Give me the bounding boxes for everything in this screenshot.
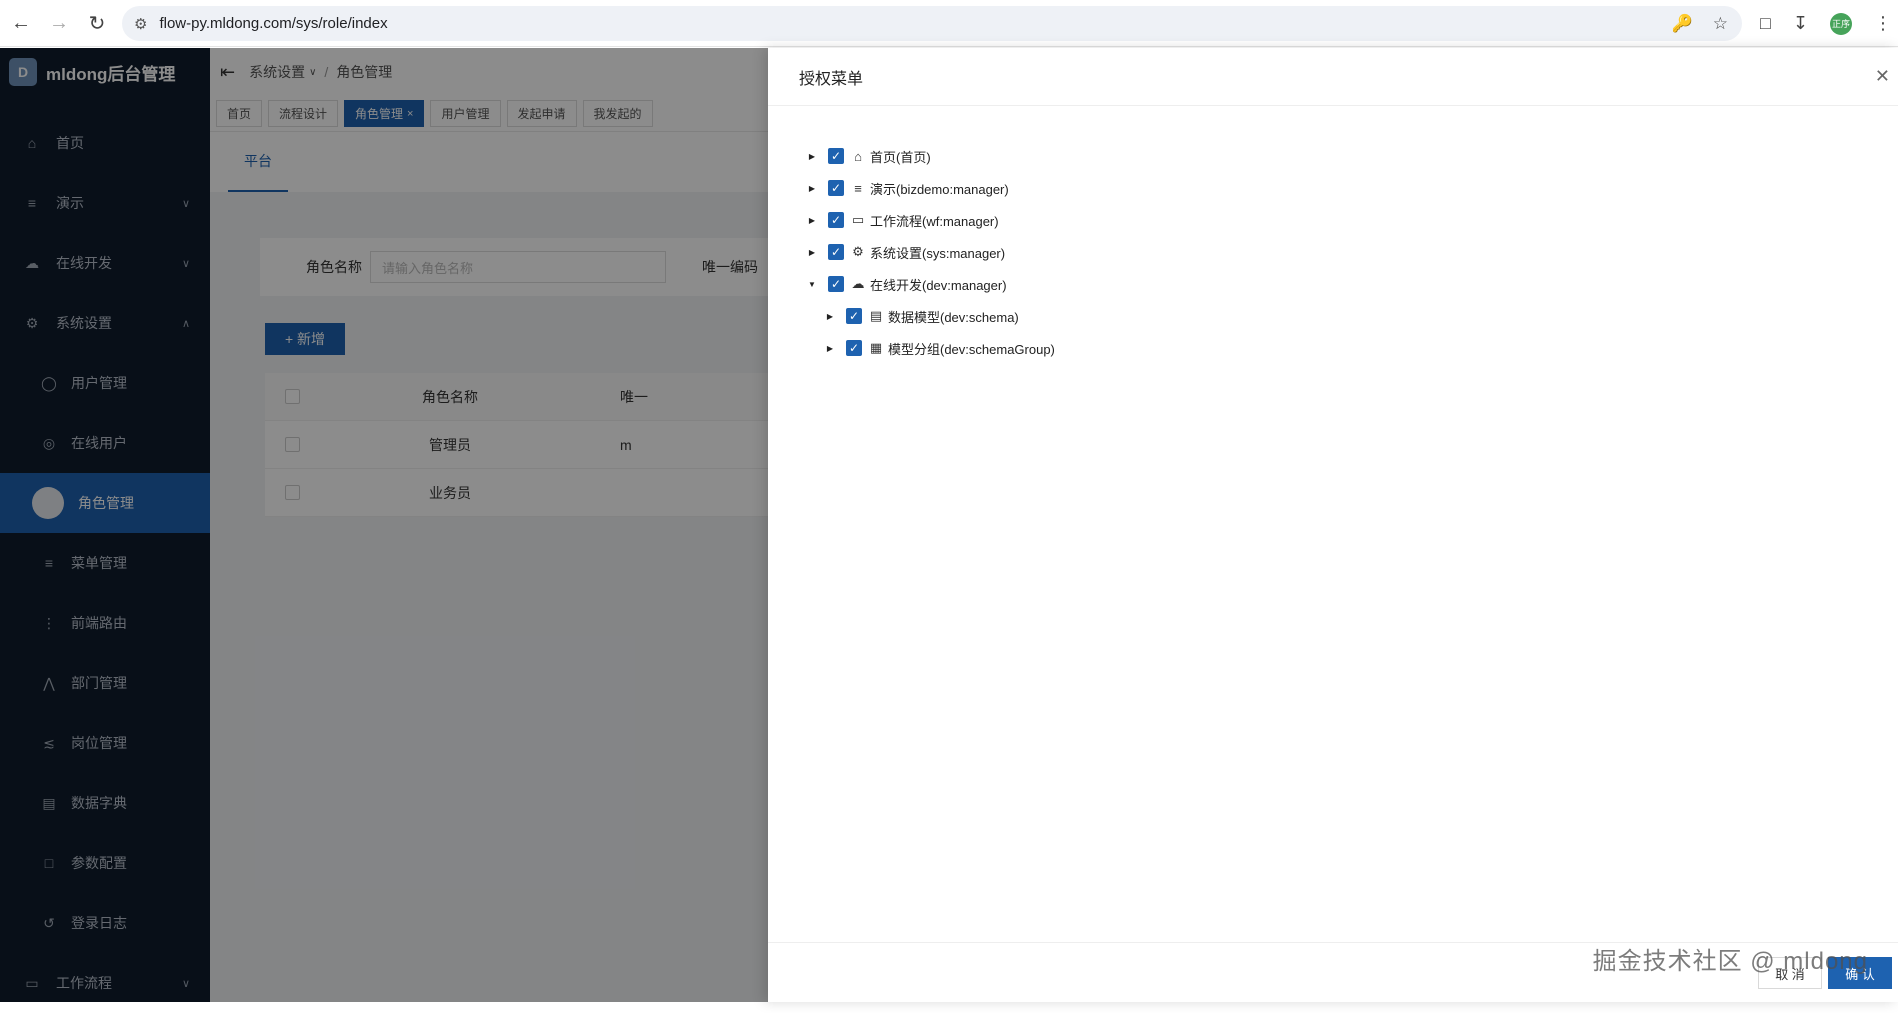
gear-icon: ⚙ xyxy=(852,244,864,259)
table-icon: ▤ xyxy=(869,308,883,323)
caret-right-icon[interactable]: ▶ xyxy=(806,184,818,193)
key-icon[interactable]: 🔑 xyxy=(1672,14,1693,34)
more-icon[interactable]: ⋮ xyxy=(1874,13,1892,34)
tree-checkbox[interactable]: ✓ xyxy=(828,212,844,228)
tree-node-label: 在线开发(dev:manager) xyxy=(870,277,1007,293)
back-icon[interactable]: ← xyxy=(4,6,38,40)
profile-avatar[interactable]: 正序 xyxy=(1830,12,1852,35)
laptop-icon: ▭ xyxy=(851,212,865,227)
caret-down-icon[interactable]: ▼ xyxy=(806,280,818,289)
caret-right-icon[interactable]: ▶ xyxy=(806,152,818,161)
drawer-mask[interactable] xyxy=(0,48,768,1002)
forward-icon[interactable]: → xyxy=(42,6,76,40)
url-text[interactable]: flow-py.mldong.com/sys/role/index xyxy=(159,15,387,32)
tree-node-label: 工作流程(wf:manager) xyxy=(870,213,999,229)
reload-icon[interactable]: ↻ xyxy=(80,6,114,40)
tree-node-label: 数据模型(dev:schema) xyxy=(888,309,1019,325)
tree-node-demo[interactable]: ▶ ✓ ≡ 演示(bizdemo:manager) xyxy=(806,172,1009,204)
watermark: 掘金技术社区 @ mldong xyxy=(1592,948,1868,975)
tree-checkbox[interactable]: ✓ xyxy=(828,276,844,292)
close-icon[interactable]: ✕ xyxy=(1875,66,1890,87)
authorize-menu-drawer: 授权菜单 ✕ ▶ ✓ ⌂ 首页(首页) ▶ ✓ ≡ 演示(bizdemo:man… xyxy=(768,48,1898,1002)
site-info-icon[interactable]: ⚙ xyxy=(134,15,147,33)
tree-node-label: 系统设置(sys:manager) xyxy=(870,245,1006,261)
cloud-icon: ☁ xyxy=(851,276,865,291)
tree-checkbox[interactable]: ✓ xyxy=(828,244,844,260)
tree-checkbox[interactable]: ✓ xyxy=(846,308,862,324)
tree-node-workflow[interactable]: ▶ ✓ ▭ 工作流程(wf:manager) xyxy=(806,204,999,236)
caret-right-icon[interactable]: ▶ xyxy=(806,216,818,225)
tree-node-schema[interactable]: ▶ ✓ ▤ 数据模型(dev:schema) xyxy=(824,300,1019,332)
download-icon[interactable]: ↧ xyxy=(1793,13,1808,34)
drawer-title: 授权菜单 xyxy=(799,70,864,88)
caret-right-icon[interactable]: ▶ xyxy=(824,344,836,353)
tree-node-schema-group[interactable]: ▶ ✓ ▦ 模型分组(dev:schemaGroup) xyxy=(824,332,1055,364)
tree-node-system[interactable]: ▶ ✓ ⚙ 系统设置(sys:manager) xyxy=(806,236,1005,268)
list-icon: ≡ xyxy=(854,180,862,196)
home-icon: ⌂ xyxy=(854,148,862,164)
group-icon: ▦ xyxy=(869,340,883,355)
tree-checkbox[interactable]: ✓ xyxy=(846,340,862,356)
tree-node-label: 首页(首页) xyxy=(870,149,931,165)
browser-toolbar: ← → ↻ ⚙ flow-py.mldong.com/sys/role/inde… xyxy=(0,0,1898,47)
extensions-icon[interactable]: □ xyxy=(1760,13,1771,34)
drawer-header: 授权菜单 ✕ xyxy=(768,48,1898,106)
tree-node-label: 模型分组(dev:schemaGroup) xyxy=(888,341,1055,357)
tree-node-online-dev[interactable]: ▼ ✓ ☁ 在线开发(dev:manager) xyxy=(806,268,1007,300)
star-icon[interactable]: ☆ xyxy=(1713,14,1728,34)
caret-right-icon[interactable]: ▶ xyxy=(824,312,836,321)
tree-node-home[interactable]: ▶ ✓ ⌂ 首页(首页) xyxy=(806,140,931,172)
address-bar[interactable]: ⚙ flow-py.mldong.com/sys/role/index 🔑 ☆ xyxy=(122,6,1742,41)
tree-node-label: 演示(bizdemo:manager) xyxy=(870,181,1009,197)
caret-right-icon[interactable]: ▶ xyxy=(806,248,818,257)
tree-checkbox[interactable]: ✓ xyxy=(828,180,844,196)
tree-checkbox[interactable]: ✓ xyxy=(828,148,844,164)
